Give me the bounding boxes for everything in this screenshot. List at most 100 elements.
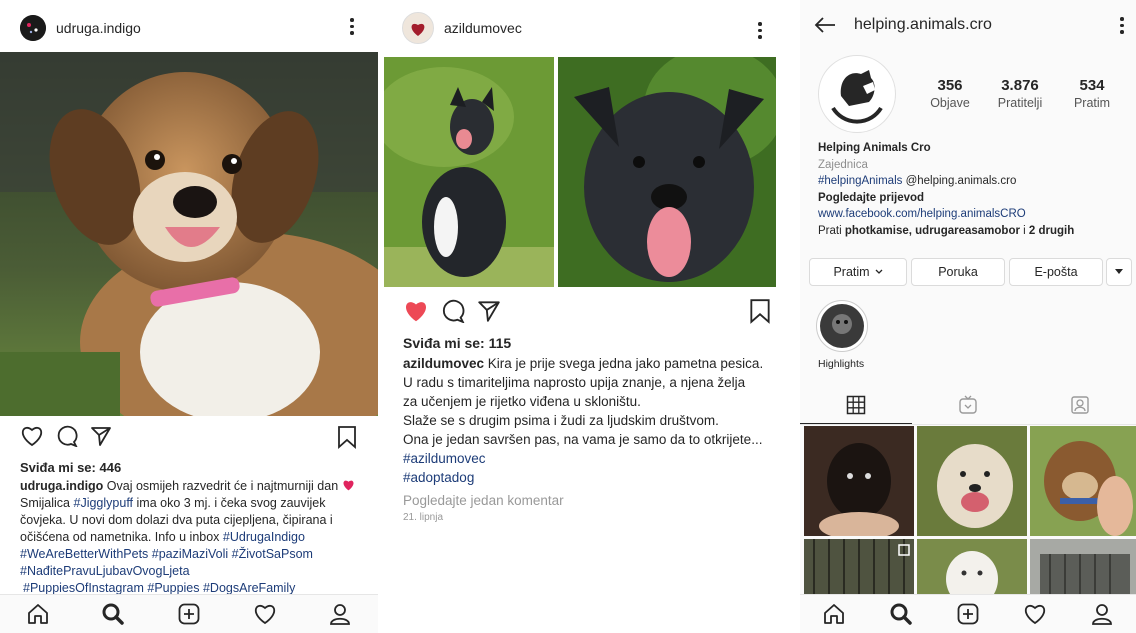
tab-igtv[interactable]	[912, 386, 1024, 424]
caption-text: ima oko 3 mj. i čeka svog zauvijek	[133, 496, 326, 510]
hashtag-link[interactable]: #NađitePravuLjubavOvogLjeta	[20, 563, 378, 580]
post-username[interactable]: azildumovec	[444, 20, 522, 36]
message-button[interactable]: Poruka	[911, 258, 1005, 286]
profile-icon[interactable]	[1082, 599, 1122, 629]
following-button-label: Pratim	[833, 265, 870, 279]
grid-photo[interactable]	[917, 426, 1027, 536]
like-count[interactable]: Sviđa mi se: 446	[20, 460, 121, 475]
post-actions	[20, 425, 124, 447]
bottom-nav	[800, 594, 1136, 633]
new-post-icon[interactable]	[948, 599, 988, 629]
like-heart-icon[interactable]	[20, 425, 44, 447]
search-icon[interactable]	[93, 599, 133, 629]
post-photo-puppy[interactable]	[0, 52, 378, 416]
hashtag-link[interactable]: #UdrugaIndigo	[223, 530, 305, 544]
followed-by-names[interactable]: photkamise, udrugareasamobor	[845, 225, 1020, 237]
post-panel-azil: azildumovec Sviđa mi se: 115 azildumovec…	[384, 0, 776, 633]
caption-text: Smijalica	[20, 496, 74, 510]
translate-link[interactable]: Pogledajte prijevod	[818, 190, 1128, 207]
suggested-dropdown-button[interactable]	[1106, 258, 1132, 286]
post-date: 21. lipnja	[403, 512, 444, 523]
hashtag-link[interactable]: #azildumovec	[403, 449, 773, 468]
caret-down-icon	[1115, 269, 1123, 274]
back-arrow-icon[interactable]	[814, 16, 836, 34]
post-actions	[403, 299, 513, 323]
stat-value: 3.876	[1001, 77, 1039, 94]
profile-bio: Helping Animals Cro Zajednica #helpingAn…	[818, 140, 1128, 239]
bookmark-icon[interactable]	[337, 425, 357, 449]
following-button[interactable]: Pratim	[809, 258, 907, 286]
hashtag-link[interactable]: #Jigglypuff	[74, 496, 134, 510]
stat-label: Pratitelji	[997, 96, 1043, 110]
bottom-nav	[0, 594, 378, 633]
home-icon[interactable]	[18, 599, 58, 629]
followed-by-more[interactable]: 2 drugih	[1029, 225, 1074, 237]
tab-tagged[interactable]	[1024, 386, 1136, 424]
grid-photo[interactable]	[917, 539, 1027, 599]
profile-name: Helping Animals Cro	[818, 142, 931, 154]
tv-icon	[959, 395, 977, 414]
stat-followers[interactable]: 3.876 Pratitelji	[990, 77, 1050, 110]
grid-icon	[846, 395, 866, 414]
post-caption: udruga.indigo Ovaj osmijeh razvedrit će …	[20, 478, 378, 597]
like-count[interactable]: Sviđa mi se: 115	[403, 335, 511, 351]
profile-panel: helping.animals.cro 356 Objave 3.876 Pra…	[800, 0, 1136, 633]
stat-following[interactable]: 534 Pratim	[1062, 77, 1122, 110]
stat-label: Objave	[930, 96, 970, 110]
caption-username[interactable]: azildumovec	[403, 356, 484, 371]
post-username[interactable]: udruga.indigo	[56, 20, 141, 36]
post-photo-dog-collage[interactable]	[384, 57, 776, 287]
red-heart-emoji-icon	[343, 480, 354, 491]
stat-posts[interactable]: 356 Objave	[920, 77, 980, 110]
chevron-down-icon	[875, 269, 883, 274]
search-icon[interactable]	[881, 599, 921, 629]
comment-icon[interactable]	[441, 299, 465, 323]
profile-icon[interactable]	[320, 599, 360, 629]
grid-photo[interactable]	[1030, 426, 1136, 536]
view-comments-link[interactable]: Pogledajte jedan komentar	[403, 491, 773, 510]
tab-grid[interactable]	[800, 386, 912, 424]
caption-text: Ovaj osmijeh razvedrit će i najtmurniji …	[103, 479, 342, 493]
more-options-icon[interactable]	[1120, 17, 1124, 37]
highlight-circle[interactable]	[816, 300, 868, 352]
post-header: udruga.indigo	[0, 0, 378, 55]
more-options-icon[interactable]	[758, 22, 762, 42]
message-button-label: Poruka	[938, 265, 978, 279]
share-icon[interactable]	[90, 425, 112, 447]
stat-value: 356	[937, 77, 963, 94]
profile-avatar[interactable]	[818, 55, 896, 133]
grid-photo[interactable]	[1030, 539, 1136, 599]
caption-username[interactable]: udruga.indigo	[20, 479, 103, 493]
bio-mention[interactable]: @helping.animals.cro	[902, 175, 1017, 187]
post-caption: azildumovec Kira je prije svega jedna ja…	[403, 354, 773, 526]
profile-username: helping.animals.cro	[854, 16, 992, 33]
liked-heart-icon[interactable]	[403, 299, 429, 323]
grid-photo[interactable]	[804, 426, 914, 536]
grid-photo[interactable]	[804, 539, 914, 599]
hashtag-link[interactable]: #adoptadog	[403, 468, 773, 487]
comment-icon[interactable]	[56, 425, 78, 447]
activity-heart-icon[interactable]	[245, 599, 285, 629]
followed-by-mid: i	[1019, 224, 1029, 237]
new-post-icon[interactable]	[169, 599, 209, 629]
caption-text: za učenjem je rijetko viđena u skloništu…	[403, 394, 641, 409]
avatar[interactable]	[402, 11, 434, 44]
avatar[interactable]	[20, 14, 46, 41]
followed-by-prefix: Prati	[818, 224, 845, 237]
highlight-label: Highlights	[818, 358, 865, 370]
caption-text: Kira je prije svega jedna jako pametna p…	[484, 356, 764, 371]
share-icon[interactable]	[477, 299, 501, 323]
profile-header: helping.animals.cro	[800, 0, 1136, 50]
website-link[interactable]: www.facebook.com/helping.animalsCRO	[818, 206, 1128, 223]
more-options-icon[interactable]	[350, 18, 354, 38]
profile-tabs	[800, 386, 1136, 425]
bookmark-icon[interactable]	[749, 298, 771, 324]
caption-text: Slaže se s drugim psima i žudi za ljudsk…	[403, 413, 719, 428]
activity-heart-icon[interactable]	[1015, 599, 1055, 629]
caption-text: očišćena od nametnika. Info u inbox	[20, 530, 223, 544]
home-icon[interactable]	[814, 599, 854, 629]
email-button[interactable]: E-pošta	[1009, 258, 1103, 286]
hashtag-link[interactable]: #WeAreBetterWithPets #paziMaziVoli #Živo…	[20, 546, 378, 563]
stat-value: 534	[1079, 77, 1105, 94]
bio-hashtag[interactable]: #helpingAnimals	[818, 175, 902, 187]
